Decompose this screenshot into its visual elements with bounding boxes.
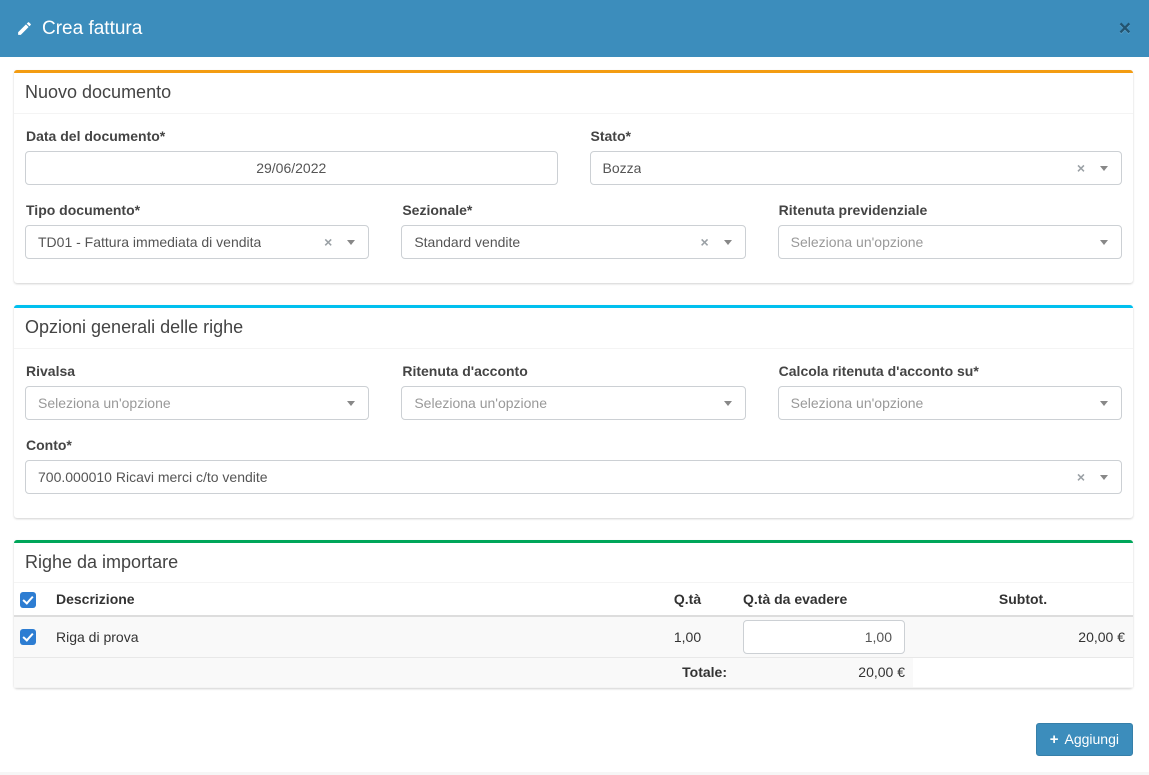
crea-fattura-modal: Crea fattura × Nuovo documento Data del … xyxy=(0,0,1149,775)
calcola-ritenuta-select[interactable]: Seleziona un'opzione xyxy=(778,386,1122,420)
stato-label: Stato* xyxy=(591,128,1123,144)
stato-select[interactable]: Bozza × xyxy=(590,151,1123,185)
page-bottom-strip xyxy=(0,772,1149,775)
section-nuovo-documento: Nuovo documento Data del documento* Stat… xyxy=(14,70,1133,283)
section-body: Data del documento* Stato* Bozza × xyxy=(14,114,1133,283)
clear-icon[interactable]: × xyxy=(1077,161,1085,175)
field-stato: Stato* Bozza × xyxy=(590,128,1123,185)
clear-icon[interactable]: × xyxy=(324,235,332,249)
field-conto: Conto* 700.000010 Ricavi merci c/to vend… xyxy=(25,437,1122,494)
chevron-down-icon xyxy=(724,240,732,245)
section-header: Nuovo documento xyxy=(14,73,1133,114)
clear-icon[interactable]: × xyxy=(1077,470,1085,484)
rivalsa-label: Rivalsa xyxy=(26,363,369,379)
modal-header: Crea fattura × xyxy=(0,0,1149,57)
rivalsa-select[interactable]: Seleziona un'opzione xyxy=(25,386,369,420)
section-header: Opzioni generali delle righe xyxy=(14,308,1133,349)
ritenuta-acconto-select[interactable]: Seleziona un'opzione xyxy=(401,386,745,420)
totale-empty-cell xyxy=(913,657,1133,687)
chevron-down-icon xyxy=(347,401,355,406)
conto-select-value: 700.000010 Ricavi merci c/to vendite xyxy=(38,469,268,485)
close-icon[interactable]: × xyxy=(1117,18,1133,39)
aggiungi-button[interactable]: + Aggiungi xyxy=(1036,723,1133,756)
field-ritenuta-acconto: Ritenuta d'acconto Seleziona un'opzione xyxy=(401,363,745,420)
conto-select[interactable]: 700.000010 Ricavi merci c/to vendite × xyxy=(25,460,1122,494)
section-title: Nuovo documento xyxy=(25,83,1122,103)
chevron-down-icon xyxy=(1100,240,1108,245)
modal-actions: + Aggiungi xyxy=(14,710,1133,772)
select-all-checkbox[interactable] xyxy=(20,592,36,608)
sezionale-label: Sezionale* xyxy=(402,202,745,218)
section-opzioni-generali: Opzioni generali delle righe Rivalsa Sel… xyxy=(14,305,1133,518)
stato-select-value: Bozza xyxy=(603,160,642,176)
sezionale-select[interactable]: Standard vendite × xyxy=(401,225,745,259)
modal-body: Nuovo documento Data del documento* Stat… xyxy=(0,57,1149,772)
row-checkbox[interactable] xyxy=(20,629,36,645)
calcola-ritenuta-label: Calcola ritenuta d'acconto su* xyxy=(779,363,1122,379)
plus-icon: + xyxy=(1050,732,1059,747)
section-body: Rivalsa Seleziona un'opzione Ritenuta d'… xyxy=(14,349,1133,518)
chevron-down-icon xyxy=(1100,401,1108,406)
tipo-documento-select-value: TD01 - Fattura immediata di vendita xyxy=(38,234,261,250)
col-header-descrizione: Descrizione xyxy=(48,583,640,615)
chevron-down-icon xyxy=(347,240,355,245)
conto-label: Conto* xyxy=(26,437,1122,453)
ritenuta-previdenziale-select[interactable]: Seleziona un'opzione xyxy=(778,225,1122,259)
table-header-row: Descrizione Q.tà Q.tà da evadere Subtot. xyxy=(14,583,1133,615)
aggiungi-button-label: Aggiungi xyxy=(1065,731,1120,747)
field-sezionale: Sezionale* Standard vendite × xyxy=(401,202,745,259)
righe-table: Descrizione Q.tà Q.tà da evadere Subtot.… xyxy=(14,583,1133,687)
data-documento-label: Data del documento* xyxy=(26,128,558,144)
tipo-documento-label: Tipo documento* xyxy=(26,202,369,218)
field-data-documento: Data del documento* xyxy=(25,128,558,185)
data-documento-input[interactable] xyxy=(25,151,558,185)
chevron-down-icon xyxy=(1100,475,1108,480)
ritenuta-previdenziale-label: Ritenuta previdenziale xyxy=(779,202,1122,218)
row-qta: 1,00 xyxy=(640,616,735,658)
col-header-qta: Q.tà xyxy=(640,583,735,615)
chevron-down-icon xyxy=(724,401,732,406)
row-descrizione: Riga di prova xyxy=(48,616,640,658)
field-rivalsa: Rivalsa Seleziona un'opzione xyxy=(25,363,369,420)
ritenuta-previdenziale-select-placeholder: Seleziona un'opzione xyxy=(791,234,924,250)
tipo-documento-select[interactable]: TD01 - Fattura immediata di vendita × xyxy=(25,225,369,259)
section-title: Opzioni generali delle righe xyxy=(25,318,1122,338)
calcola-ritenuta-select-placeholder: Seleziona un'opzione xyxy=(791,395,924,411)
table-row: Riga di prova 1,00 20,00 € xyxy=(14,616,1133,658)
sezionale-select-value: Standard vendite xyxy=(414,234,520,250)
table-footer-row: Totale: 20,00 € xyxy=(14,657,1133,687)
section-righe-da-importare: Righe da importare Descrizione Q.tà Q.tà… xyxy=(14,540,1133,688)
section-header: Righe da importare xyxy=(14,543,1133,584)
totale-value: 20,00 € xyxy=(735,657,913,687)
col-header-subtot: Subtot. xyxy=(913,583,1133,615)
totale-label: Totale: xyxy=(14,657,735,687)
row-subtot: 20,00 € xyxy=(913,616,1133,658)
pencil-icon xyxy=(16,20,33,37)
clear-icon[interactable]: × xyxy=(700,235,708,249)
section-title: Righe da importare xyxy=(25,553,1122,573)
qta-da-evadere-input[interactable] xyxy=(743,620,905,654)
ritenuta-acconto-label: Ritenuta d'acconto xyxy=(402,363,745,379)
ritenuta-acconto-select-placeholder: Seleziona un'opzione xyxy=(414,395,547,411)
rivalsa-select-placeholder: Seleziona un'opzione xyxy=(38,395,171,411)
field-ritenuta-previdenziale: Ritenuta previdenziale Seleziona un'opzi… xyxy=(778,202,1122,259)
col-header-qta-evadere: Q.tà da evadere xyxy=(735,583,913,615)
field-tipo-documento: Tipo documento* TD01 - Fattura immediata… xyxy=(25,202,369,259)
chevron-down-icon xyxy=(1100,166,1108,171)
field-calcola-ritenuta: Calcola ritenuta d'acconto su* Seleziona… xyxy=(778,363,1122,420)
modal-title: Crea fattura xyxy=(42,18,142,40)
